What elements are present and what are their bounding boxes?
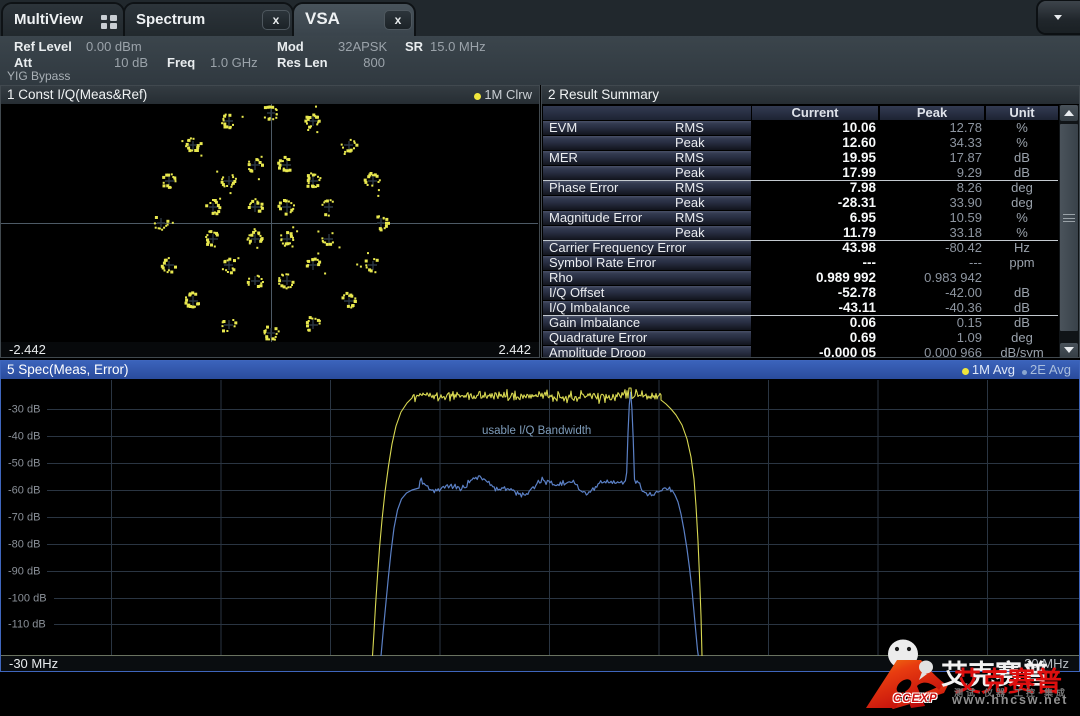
svg-text:-70 dB: -70 dB [8, 512, 40, 524]
svg-text:-100 dB: -100 dB [8, 593, 47, 605]
svg-text:-110 dB: -110 dB [8, 619, 46, 631]
svg-text:usable I/Q Bandwidth: usable I/Q Bandwidth [482, 425, 591, 437]
svg-text:-50 dB: -50 dB [8, 458, 40, 470]
svg-text:-60 dB: -60 dB [8, 485, 40, 497]
svg-text:-40 dB: -40 dB [8, 431, 40, 443]
svg-text:-30 dB: -30 dB [8, 404, 40, 416]
svg-text:-80 dB: -80 dB [8, 539, 40, 551]
svg-text:-90 dB: -90 dB [8, 566, 40, 578]
